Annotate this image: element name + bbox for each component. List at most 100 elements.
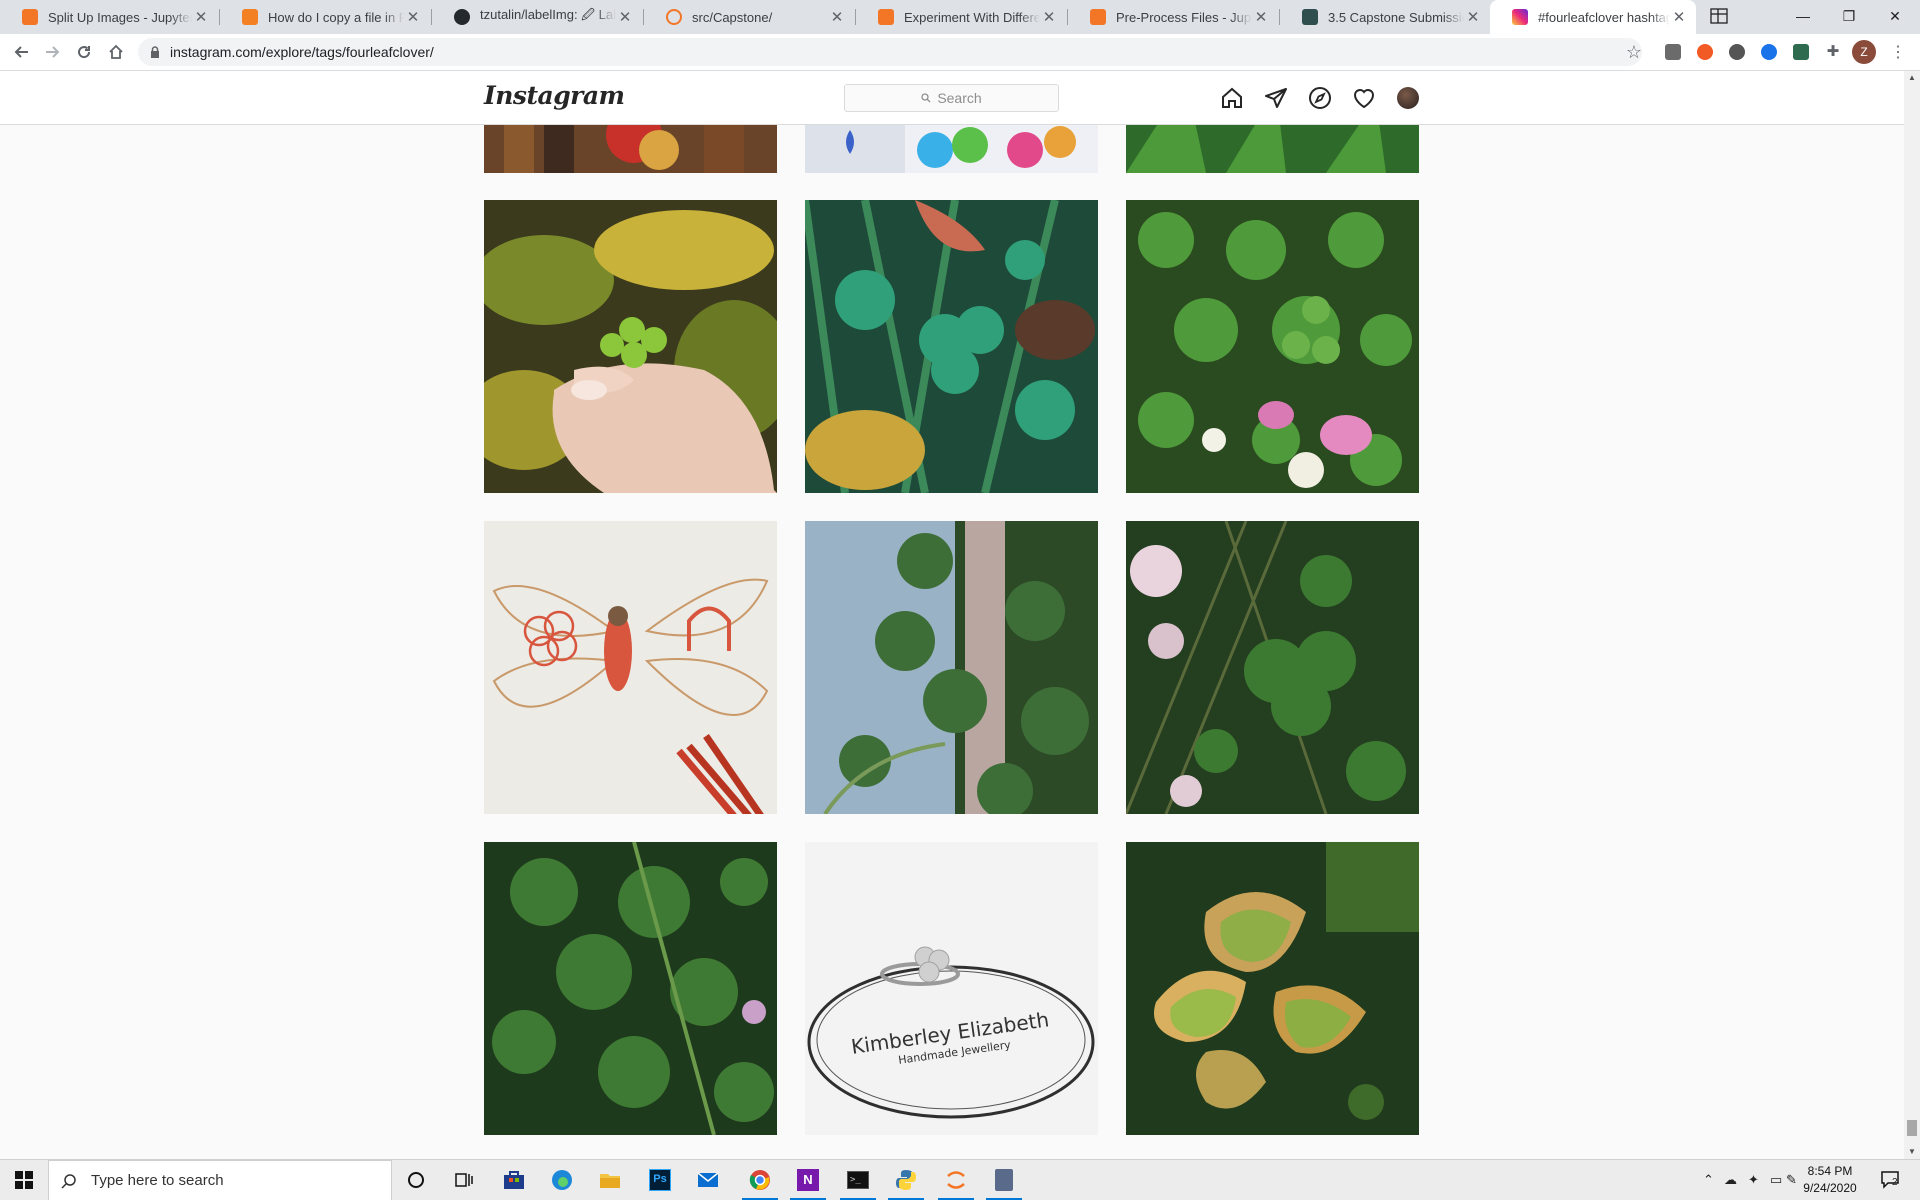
browser-tab[interactable]: tzutalin/labelImg: 🖉 LabelImg ✕: [432, 0, 642, 34]
system-clock[interactable]: 8:54 PM 9/24/2020: [1795, 1163, 1865, 1197]
browser-tab[interactable]: Pre-Process Files - Jupyter Notebook ✕: [1068, 0, 1278, 34]
edge-icon[interactable]: [548, 1166, 576, 1194]
show-hidden-icons-icon[interactable]: ⌃: [1703, 1172, 1714, 1188]
python-icon[interactable]: [888, 1166, 924, 1200]
tab-close-icon[interactable]: ✕: [1040, 8, 1058, 26]
browser-tab[interactable]: 3.5 Capstone Submission - Springboard ✕: [1280, 0, 1490, 34]
tab-close-icon[interactable]: ✕: [616, 8, 634, 26]
browser-tab[interactable]: Experiment With Different Models ✕: [856, 0, 1066, 34]
scroll-up-arrow-icon[interactable]: ▲: [1908, 73, 1916, 82]
page-scrollbar[interactable]: ▲ ▼: [1904, 71, 1920, 1159]
extension-circle-icon[interactable]: [1729, 44, 1745, 60]
post-thumbnail[interactable]: [805, 125, 1098, 173]
tab-close-icon[interactable]: ✕: [1670, 8, 1688, 26]
extension-blue-icon[interactable]: [1761, 44, 1777, 60]
close-window-icon[interactable]: ✕: [1872, 0, 1918, 32]
chrome-icon[interactable]: [742, 1166, 778, 1200]
address-url[interactable]: instagram.com/explore/tags/fourleafclove…: [170, 44, 434, 60]
tab-search-icon[interactable]: [1696, 0, 1742, 32]
browser-tab[interactable]: src/Capstone/ ✕: [644, 0, 854, 34]
google-translate-extension-icon[interactable]: [1665, 44, 1681, 60]
instagram-icon: [1512, 9, 1528, 25]
profile-avatar[interactable]: Z: [1852, 40, 1876, 64]
post-thumbnail[interactable]: [1126, 842, 1419, 1135]
scroll-down-arrow-icon[interactable]: ▼: [1908, 1147, 1916, 1156]
instagram-logo[interactable]: Instagram: [484, 81, 625, 110]
post-thumbnail[interactable]: [1126, 521, 1419, 814]
tab-close-icon[interactable]: ✕: [1252, 8, 1270, 26]
springboard-icon: [1302, 9, 1318, 25]
extensions-puzzle-icon[interactable]: ✚: [1825, 44, 1841, 60]
home-icon[interactable]: [1219, 85, 1245, 111]
jupyter-icon: [22, 9, 38, 25]
post-thumbnail[interactable]: [805, 521, 1098, 814]
mail-icon[interactable]: [694, 1166, 722, 1194]
jupyter-icon: [878, 9, 894, 25]
calculator-icon[interactable]: [986, 1166, 1022, 1200]
jupyter-taskbar-icon[interactable]: [938, 1166, 974, 1200]
cortana-icon[interactable]: [402, 1166, 430, 1194]
restore-icon[interactable]: ❐: [1826, 0, 1872, 32]
onenote-icon[interactable]: N: [790, 1166, 826, 1200]
direct-message-icon[interactable]: [1263, 85, 1289, 111]
tab-title: #fourleafclover hashtag on Instagram: [1538, 9, 1670, 25]
file-explorer-icon[interactable]: [596, 1166, 624, 1194]
tab-close-icon[interactable]: ✕: [828, 8, 846, 26]
tab-close-icon[interactable]: ✕: [192, 8, 210, 26]
profile-avatar[interactable]: [1395, 85, 1421, 111]
bookmark-star-icon[interactable]: ☆: [1620, 38, 1648, 66]
post-thumbnail[interactable]: [1126, 200, 1419, 493]
action-center-icon[interactable]: 2: [1880, 1169, 1900, 1192]
home-icon[interactable]: [102, 38, 130, 66]
microsoft-store-icon[interactable]: [500, 1166, 528, 1194]
notification-count: 2: [1892, 1177, 1898, 1188]
onedrive-icon[interactable]: ☁: [1724, 1172, 1737, 1188]
explore-icon[interactable]: [1307, 85, 1333, 111]
browser-tab[interactable]: Split Up Images - Jupyter Notebook ✕: [0, 0, 218, 34]
tab-close-icon[interactable]: ✕: [404, 8, 422, 26]
tab-title: 3.5 Capstone Submission - Springboard: [1328, 9, 1464, 25]
task-view-icon[interactable]: [450, 1166, 478, 1194]
lock-icon[interactable]: [150, 46, 160, 58]
taskbar-search-box[interactable]: Type here to search: [48, 1160, 392, 1200]
post-thumbnail[interactable]: Kimberley Elizabeth Handmade Jewellery: [805, 842, 1098, 1135]
tab-title: Experiment With Different Models: [904, 9, 1040, 25]
taskbar-search-placeholder: Type here to search: [91, 1172, 224, 1189]
minimize-icon[interactable]: —: [1780, 0, 1826, 32]
browser-tab-strip: Split Up Images - Jupyter Notebook ✕ How…: [0, 0, 1920, 34]
instagram-search-input[interactable]: Search: [844, 84, 1059, 112]
forward-icon[interactable]: [38, 38, 66, 66]
post-thumbnail[interactable]: [484, 200, 777, 493]
tab-title: Pre-Process Files - Jupyter Notebook: [1116, 9, 1252, 25]
browser-tab[interactable]: How do I copy a file in Python? ✕: [220, 0, 430, 34]
reload-icon[interactable]: [70, 38, 98, 66]
post-thumbnail[interactable]: [484, 125, 777, 173]
chrome-menu-icon[interactable]: ⋮: [1884, 38, 1912, 66]
search-icon: [61, 1173, 76, 1189]
post-thumbnail[interactable]: [484, 521, 777, 814]
windows-start-icon[interactable]: [10, 1166, 38, 1194]
tab-close-icon[interactable]: ✕: [1464, 8, 1482, 26]
dropbox-icon[interactable]: ✦: [1748, 1172, 1759, 1188]
terminal-icon[interactable]: >_: [840, 1166, 876, 1200]
tab-title: Split Up Images - Jupyter Notebook: [48, 9, 192, 25]
scrollbar-thumb[interactable]: [1907, 1120, 1917, 1136]
back-icon[interactable]: [8, 38, 36, 66]
address-bar[interactable]: instagram.com/explore/tags/fourleafclove…: [138, 38, 1642, 66]
tab-title: How do I copy a file in Python?: [268, 9, 404, 25]
jupyter-loading-icon: [666, 9, 682, 25]
browser-toolbar: instagram.com/explore/tags/fourleafclove…: [0, 34, 1920, 71]
tab-title: src/Capstone/: [692, 9, 773, 25]
photoshop-icon[interactable]: Ps: [646, 1166, 674, 1194]
extension-orange-icon[interactable]: [1697, 44, 1713, 60]
post-thumbnail[interactable]: [1126, 125, 1419, 173]
activity-heart-icon[interactable]: [1351, 85, 1377, 111]
extension-green-icon[interactable]: [1793, 44, 1809, 60]
network-icon[interactable]: ▭: [1770, 1172, 1782, 1188]
browser-tab-active[interactable]: #fourleafclover hashtag on Instagram ✕: [1490, 0, 1696, 34]
post-thumbnail[interactable]: [805, 200, 1098, 493]
clock-date: 9/24/2020: [1803, 1181, 1857, 1195]
post-thumbnail[interactable]: [484, 842, 777, 1135]
clock-time: 8:54 PM: [1807, 1164, 1853, 1178]
search-icon: [921, 93, 931, 103]
